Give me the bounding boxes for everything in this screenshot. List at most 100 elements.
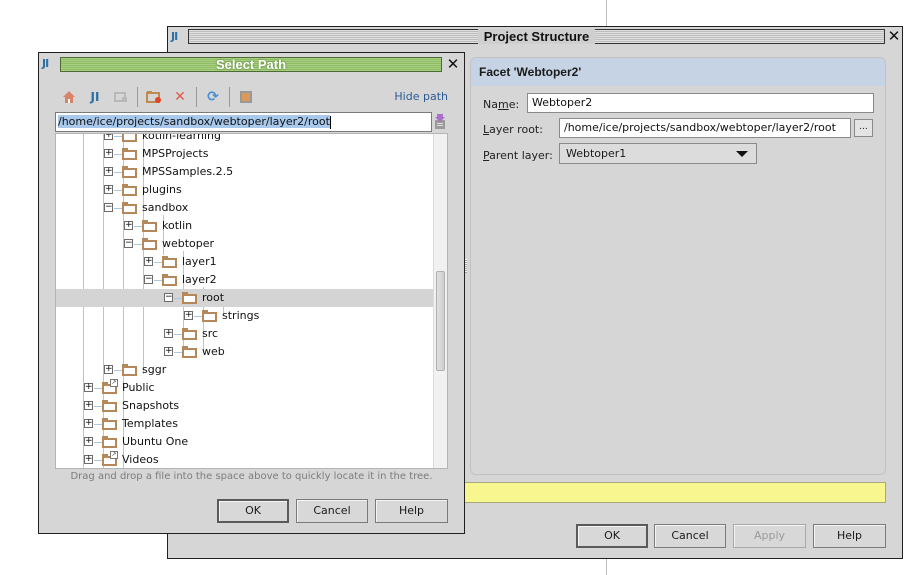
- close-icon[interactable]: ✕: [446, 56, 460, 72]
- tree-node[interactable]: − root: [56, 289, 433, 307]
- facet-header: Facet 'Webtoper2': [471, 58, 885, 86]
- expand-icon[interactable]: +: [104, 149, 113, 158]
- folder-icon: [122, 148, 137, 160]
- expand-icon[interactable]: +: [124, 221, 133, 230]
- tree-node-label: strings: [222, 309, 260, 322]
- expand-icon[interactable]: +: [184, 311, 193, 320]
- drop-target-icon[interactable]: [434, 114, 446, 130]
- tree-node[interactable]: + Ubuntu One: [56, 433, 433, 451]
- expand-icon[interactable]: +: [164, 329, 173, 338]
- tree-branch-line: [114, 136, 122, 137]
- home-icon[interactable]: [59, 87, 79, 107]
- collapse-icon[interactable]: −: [124, 239, 133, 248]
- tree-node[interactable]: + strings: [56, 307, 433, 325]
- tree-branch-line: [154, 280, 162, 281]
- hide-path-link[interactable]: Hide path: [394, 90, 448, 103]
- tree-node[interactable]: + MPSProjects: [56, 145, 433, 163]
- module-icon[interactable]: [111, 87, 131, 107]
- toolbar-separator: [229, 87, 230, 107]
- select-path-dialog: JI Select Path ✕ JI ✕ ⟳ Hide path /home/…: [38, 52, 465, 534]
- tree-node-label: kotlin-learning: [142, 133, 221, 142]
- help-button[interactable]: Help: [813, 524, 886, 548]
- tree-node[interactable]: + layer1: [56, 253, 433, 271]
- tree-branch-line: [94, 388, 102, 389]
- collapse-icon[interactable]: −: [144, 275, 153, 284]
- refresh-icon[interactable]: ⟳: [203, 87, 223, 107]
- facet-panel: Facet 'Webtoper2' Name: Webtoper2 Layer …: [470, 57, 886, 475]
- tree-node[interactable]: + kotlin-learning: [56, 133, 433, 145]
- expand-icon[interactable]: +: [104, 167, 113, 176]
- tree-node[interactable]: + sggr: [56, 361, 433, 379]
- tree-node[interactable]: + src: [56, 325, 433, 343]
- file-tree[interactable]: + kotlin-learning + MPSProjects + MPSSamples.…: [55, 133, 448, 469]
- tree-branch-line: [94, 442, 102, 443]
- tree-node[interactable]: − layer2: [56, 271, 433, 289]
- close-icon[interactable]: ✕: [887, 28, 901, 44]
- apply-button[interactable]: Apply: [733, 524, 806, 548]
- ok-button[interactable]: OK: [217, 499, 289, 523]
- tree-node[interactable]: − webtoper: [56, 235, 433, 253]
- tree-node-label: MPSProjects: [142, 147, 209, 160]
- tree-node[interactable]: + Templates: [56, 415, 433, 433]
- expand-icon[interactable]: +: [144, 257, 153, 266]
- path-input[interactable]: /home/ice/projects/sandbox/webtoper/laye…: [55, 112, 432, 132]
- tree-node-label: Templates: [122, 417, 178, 430]
- tree-scrollbar[interactable]: [433, 134, 447, 468]
- delete-icon[interactable]: ✕: [170, 87, 190, 107]
- cancel-button[interactable]: Cancel: [654, 524, 726, 548]
- intellij-icon: JI: [171, 30, 178, 43]
- layer-root-field[interactable]: /home/ice/projects/sandbox/webtoper/laye…: [559, 118, 851, 138]
- expand-icon[interactable]: +: [84, 401, 93, 410]
- expand-icon[interactable]: +: [84, 383, 93, 392]
- browse-button[interactable]: ...: [854, 119, 873, 137]
- tree-node-label: web: [202, 345, 225, 358]
- folder-icon: [142, 238, 157, 250]
- show-hidden-icon[interactable]: [236, 87, 256, 107]
- tree-node[interactable]: + Snapshots: [56, 397, 433, 415]
- tree-node-label: root: [202, 291, 225, 304]
- tree-node[interactable]: + ↗ Videos: [56, 451, 433, 468]
- tree-node[interactable]: + plugins: [56, 181, 433, 199]
- ok-button[interactable]: OK: [576, 524, 648, 548]
- help-button[interactable]: Help: [375, 499, 448, 523]
- tree-node-label: sandbox: [142, 201, 189, 214]
- tree-node-label: Snapshots: [122, 399, 180, 412]
- select-path-titlebar[interactable]: JI Select Path ✕: [39, 53, 464, 75]
- tree-node-label: src: [202, 327, 219, 340]
- expand-icon[interactable]: +: [164, 347, 173, 356]
- collapse-icon[interactable]: −: [104, 203, 113, 212]
- tree-node[interactable]: + MPSSamples.2.5: [56, 163, 433, 181]
- tree-node[interactable]: + web: [56, 343, 433, 361]
- tree-node[interactable]: − sandbox: [56, 199, 433, 217]
- message-bar: [464, 482, 886, 503]
- expand-icon[interactable]: +: [104, 134, 113, 140]
- tree-branch-line: [114, 172, 122, 173]
- tree-node[interactable]: + ↗ Public: [56, 379, 433, 397]
- scrollbar-thumb[interactable]: [436, 271, 445, 371]
- tree-node[interactable]: + kotlin: [56, 217, 433, 235]
- expand-icon[interactable]: +: [104, 365, 113, 374]
- parent-layer-label: Parent layer:: [483, 149, 553, 162]
- title-strip: Select Path: [60, 57, 442, 72]
- expand-icon[interactable]: +: [84, 455, 93, 464]
- project-icon[interactable]: JI: [85, 87, 105, 107]
- tree-branch-line: [174, 352, 182, 353]
- name-field[interactable]: Webtoper2: [527, 93, 874, 113]
- window-title: Project Structure: [477, 29, 596, 44]
- tree-branch-line: [134, 226, 142, 227]
- cancel-button[interactable]: Cancel: [296, 499, 368, 523]
- project-structure-titlebar[interactable]: JI Project Structure ✕: [168, 27, 902, 47]
- parent-layer-select[interactable]: Webtoper1: [559, 143, 757, 164]
- tree-branch-line: [174, 334, 182, 335]
- layer-root-label: Layer root:: [483, 123, 543, 136]
- folder-icon: [142, 220, 157, 232]
- expand-icon[interactable]: +: [84, 437, 93, 446]
- folder-icon: [122, 202, 137, 214]
- toolbar: JI ✕ ⟳: [59, 87, 262, 107]
- expand-icon[interactable]: +: [104, 185, 113, 194]
- folder-icon: [202, 310, 217, 322]
- new-folder-icon[interactable]: [144, 87, 164, 107]
- expand-icon[interactable]: +: [84, 419, 93, 428]
- collapse-icon[interactable]: −: [164, 293, 173, 302]
- folder-icon: [162, 256, 177, 268]
